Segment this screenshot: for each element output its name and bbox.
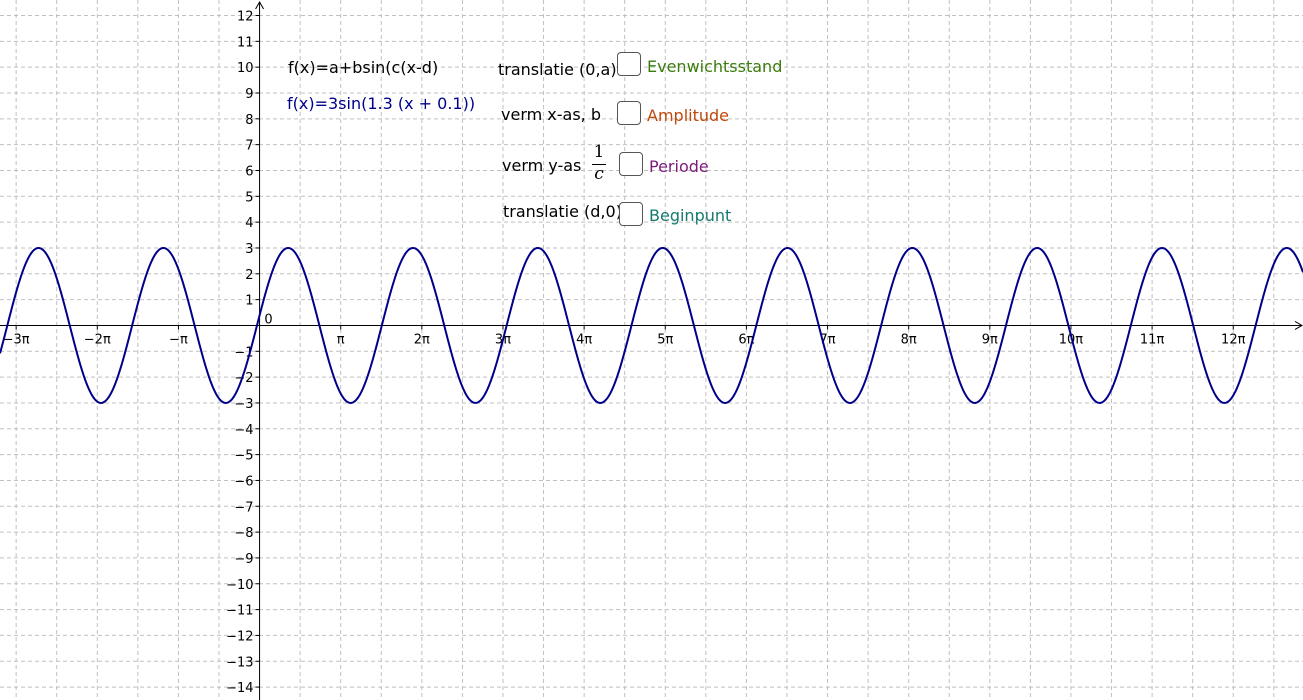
y-tick-label: −7 xyxy=(234,500,253,515)
checkbox-evenwichtsstand[interactable] xyxy=(617,52,641,76)
graph-canvas[interactable]: −3π −2π −π0π 2π 3π 4π 5π 6π 7π 8π 9π 10π 11π 12π12111… xyxy=(0,0,1303,700)
x-tick-label: 9π xyxy=(982,332,998,347)
x-tick-label: 12π xyxy=(1221,332,1246,347)
fraction-numerator: 1 xyxy=(593,142,605,162)
x-tick-label: 8π xyxy=(901,332,917,347)
checkbox-label-beginpunt[interactable]: Beginpunt xyxy=(649,206,731,225)
x-tick-label: 2π xyxy=(414,332,430,347)
x-tick-label: −3π xyxy=(3,332,30,347)
y-tick-label: 6 xyxy=(245,164,253,179)
origin-label: 0 xyxy=(264,312,272,327)
y-tick-label: −6 xyxy=(234,474,253,489)
x-tick-label: 11π xyxy=(1140,332,1165,347)
x-tick-label: 5π xyxy=(657,332,673,347)
y-tick-label: 9 xyxy=(245,87,253,102)
x-tick-label: −π xyxy=(169,332,188,347)
y-tick-label: 5 xyxy=(245,190,253,205)
y-tick-label: 8 xyxy=(245,113,253,128)
checkbox-label-periode[interactable]: Periode xyxy=(649,157,709,176)
checkbox-label-amplitude[interactable]: Amplitude xyxy=(647,106,729,125)
y-tick-label: −14 xyxy=(226,681,253,696)
checkbox-periode[interactable] xyxy=(619,152,643,176)
y-tick-label: 2 xyxy=(245,268,253,283)
y-tick-label: 1 xyxy=(245,294,253,309)
control-label-verm-y-as: verm y-as xyxy=(502,156,582,175)
x-tick-label: 4π xyxy=(576,332,592,347)
y-tick-label: 12 xyxy=(237,9,254,24)
checkbox-amplitude[interactable] xyxy=(617,101,641,125)
y-tick-label: −9 xyxy=(234,552,253,567)
specific-formula: f(x)=3sin(1.3 (x + 0.1)) xyxy=(287,94,476,113)
control-label-verm-x-as: verm x-as, b xyxy=(501,105,601,124)
y-tick-label: −11 xyxy=(226,604,253,619)
y-tick-label: −12 xyxy=(226,629,253,644)
y-tick-label: −13 xyxy=(226,655,253,670)
fraction-one-over-c: 1 c xyxy=(591,142,607,188)
y-tick-label: −5 xyxy=(234,449,253,464)
y-tick-label: 4 xyxy=(245,216,253,231)
y-tick-label: 7 xyxy=(245,139,253,154)
control-label-translatie-a: translatie (0,a) xyxy=(498,60,617,79)
control-label-translatie-d: translatie (d,0) xyxy=(503,202,622,221)
y-tick-label: −4 xyxy=(234,423,253,438)
fraction-denominator: c xyxy=(594,164,604,184)
y-tick-label: 3 xyxy=(245,242,253,257)
y-tick-label: −8 xyxy=(234,526,253,541)
grid-lines xyxy=(0,0,1303,700)
x-tick-label: −2π xyxy=(84,332,111,347)
checkbox-label-evenwichtsstand[interactable]: Evenwichtsstand xyxy=(647,57,782,76)
x-tick-label: π xyxy=(337,332,345,347)
checkbox-beginpunt[interactable] xyxy=(619,202,643,226)
y-tick-label: −3 xyxy=(234,397,253,412)
y-tick-label: 11 xyxy=(237,35,254,50)
general-formula: f(x)=a+bsin(c(x-d) xyxy=(288,58,439,77)
y-tick-label: −10 xyxy=(226,578,253,593)
y-tick-label: 10 xyxy=(237,61,254,76)
